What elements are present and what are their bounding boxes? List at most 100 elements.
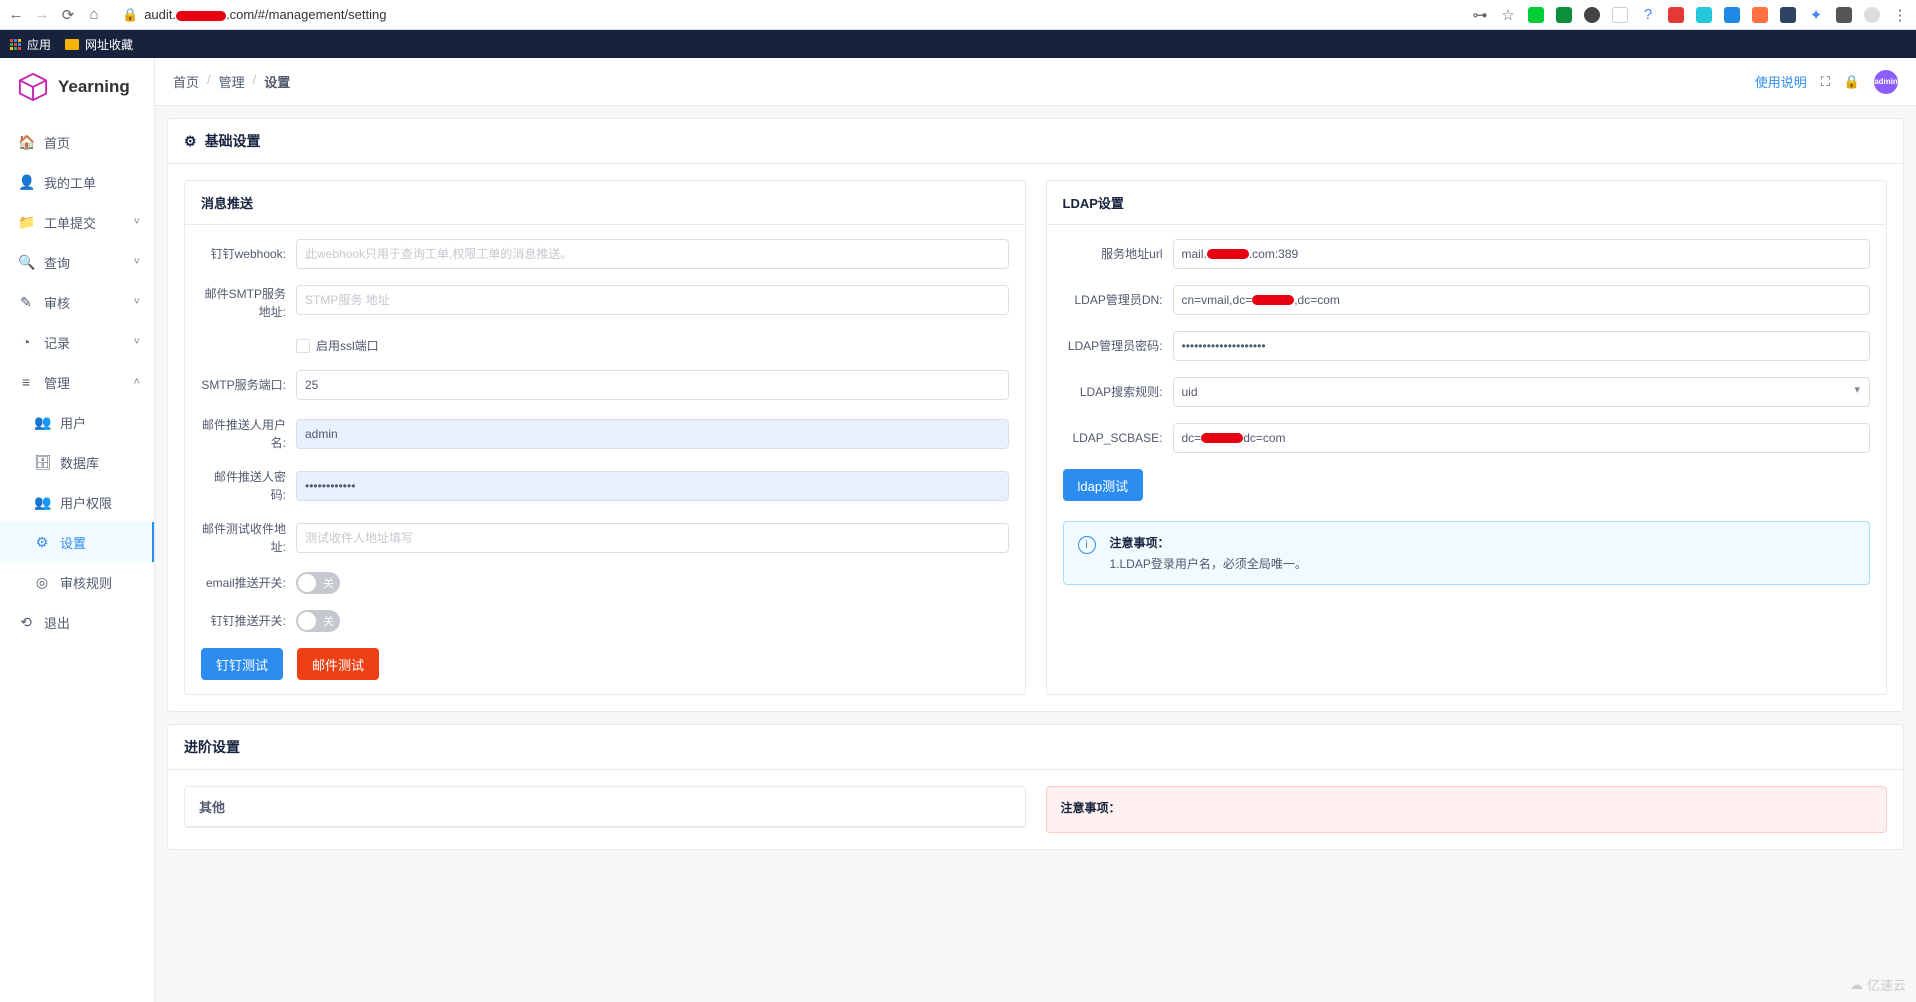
sidebar-item-label: 我的工单: [44, 173, 96, 192]
avatar-label: admin: [1874, 77, 1898, 86]
profile-icon[interactable]: [1864, 7, 1880, 23]
logo: Yearning: [0, 72, 154, 122]
webhook-input[interactable]: [296, 239, 1009, 269]
ext-icon[interactable]: [1556, 7, 1572, 23]
address-bar[interactable]: 🔒 audit..com/#/management/setting: [112, 5, 396, 25]
sidebar-item-setting[interactable]: ⚙设置: [0, 522, 154, 562]
fullscreen-icon[interactable]: ⛶: [1821, 74, 1830, 90]
sidebar-item-label: 数据库: [60, 453, 99, 472]
sidebar-item-auditrule[interactable]: ◎审核规则: [0, 562, 154, 602]
apps-shortcut[interactable]: 应用: [10, 36, 51, 53]
star-icon[interactable]: ☆: [1500, 7, 1516, 23]
sidebar-item-label: 退出: [44, 613, 70, 632]
ext-icon[interactable]: [1584, 7, 1600, 23]
sub-title: 其他: [185, 787, 1025, 827]
ext-icon[interactable]: [1752, 7, 1768, 23]
sidebar-item-query[interactable]: 🔍查询˅: [0, 242, 154, 282]
back-icon[interactable]: ←: [8, 7, 24, 23]
bookmark-folder[interactable]: 网址收藏: [65, 36, 133, 53]
sidebar-item-myorders[interactable]: 👤 我的工单: [0, 162, 154, 202]
logo-icon: [18, 72, 48, 102]
sidebar-item-logout[interactable]: ⟲ 退出: [0, 602, 154, 642]
switch-label: 关: [323, 575, 334, 591]
ldap-test-button[interactable]: ldap测试: [1063, 469, 1144, 501]
breadcrumb-manage[interactable]: 管理: [219, 72, 245, 91]
folder-icon: [65, 39, 79, 50]
edit-icon: ✎: [18, 294, 34, 311]
person-icon: 👤: [18, 174, 34, 191]
sidebar-item-manage[interactable]: ≡管理˄: [0, 362, 154, 402]
sidebar-item-label: 设置: [60, 533, 86, 552]
label-smtp-port: SMTP服务端口:: [201, 376, 296, 394]
notice-title: 注意事项：: [1110, 534, 1307, 551]
ext-icon[interactable]: [1528, 7, 1544, 23]
target-icon: ◎: [34, 574, 50, 591]
lock-icon[interactable]: 🔒: [1844, 74, 1860, 90]
ding-switch[interactable]: 关: [296, 610, 340, 632]
sidebar-item-label: 查询: [44, 253, 70, 272]
sidebar-item-label: 工单提交: [44, 213, 96, 232]
ldap-search-select[interactable]: uid: [1173, 377, 1871, 407]
watermark: ☁ 亿速云: [1850, 975, 1906, 994]
sidebar-item-userperm[interactable]: 👥用户权限: [0, 482, 154, 522]
ext-icon[interactable]: [1612, 7, 1628, 23]
smtp-addr-input[interactable]: [296, 285, 1009, 315]
checkbox-box: [296, 339, 310, 353]
notice-title: 注意事项：: [1061, 799, 1121, 816]
ldap-scbase-input[interactable]: dc=dc=com: [1173, 423, 1871, 453]
sidebar-item-record[interactable]: ◔记录˅: [0, 322, 154, 362]
reload-icon[interactable]: ⟳: [60, 7, 76, 23]
ext-icon[interactable]: [1724, 7, 1740, 23]
avatar[interactable]: admin: [1874, 70, 1898, 94]
logout-icon: ⟲: [18, 614, 34, 631]
ext-icon[interactable]: [1836, 7, 1852, 23]
app-name: Yearning: [58, 77, 130, 97]
breadcrumb-home[interactable]: 首页: [173, 72, 199, 91]
ext-icon[interactable]: [1696, 7, 1712, 23]
ldap-dn-input[interactable]: cn=vmail,dc=,dc=com: [1173, 285, 1871, 315]
ext-icon[interactable]: [1780, 7, 1796, 23]
sidebar-item-submit[interactable]: 📁工单提交˅: [0, 202, 154, 242]
menu-icon[interactable]: ⋮: [1892, 7, 1908, 23]
forward-icon[interactable]: →: [34, 7, 50, 23]
test-addr-input[interactable]: [296, 523, 1009, 553]
home-icon[interactable]: ⌂: [86, 7, 102, 23]
label-webhook: 钉钉webhook:: [201, 245, 296, 263]
help-icon[interactable]: ?: [1640, 7, 1656, 23]
ldap-pass-input[interactable]: [1173, 331, 1871, 361]
key-icon[interactable]: ⊶: [1472, 7, 1488, 23]
smtp-port-input[interactable]: [296, 370, 1009, 400]
chevron-down-icon: ˅: [134, 336, 140, 348]
chevron-down-icon: ˅: [134, 256, 140, 268]
ext-icon[interactable]: ✦: [1808, 7, 1824, 23]
sidebar-item-database[interactable]: 🗄 数据库: [0, 442, 154, 482]
browser-toolbar: ← → ⟳ ⌂ 🔒 audit..com/#/management/settin…: [0, 0, 1916, 30]
panel-push: 消息推送 钉钉webhook: 邮件SMTP服务地址: 启用ssl端口 SMTP…: [184, 180, 1026, 695]
url-text: audit..com/#/management/setting: [144, 7, 386, 22]
people-icon: 👥: [34, 414, 50, 431]
chrome-right: ⊶ ☆ ? ✦ ⋮: [1472, 7, 1908, 23]
ext-icon[interactable]: [1668, 7, 1684, 23]
ding-test-button[interactable]: 钉钉测试: [201, 648, 283, 680]
push-user-input[interactable]: [296, 419, 1009, 449]
sidebar-item-user[interactable]: 👥用户: [0, 402, 154, 442]
database-icon: 🗄: [34, 454, 50, 471]
label-email-switch: email推送开关:: [201, 574, 296, 592]
ldap-url-input[interactable]: mail..com:389: [1173, 239, 1871, 269]
sidebar-item-label: 审核: [44, 293, 70, 312]
push-pass-input[interactable]: [296, 471, 1009, 501]
panel-title: 消息推送: [185, 181, 1025, 225]
email-switch[interactable]: 关: [296, 572, 340, 594]
breadcrumb-sep: /: [253, 72, 257, 91]
mail-test-button[interactable]: 邮件测试: [297, 648, 379, 680]
sidebar-item-review[interactable]: ✎审核˅: [0, 282, 154, 322]
panel-other: 其他: [184, 786, 1026, 833]
help-link[interactable]: 使用说明: [1755, 72, 1807, 91]
cloud-icon: ☁: [1850, 977, 1863, 993]
card-advanced: 进阶设置 其他 注意事项：: [167, 724, 1904, 850]
people-icon: 👥: [34, 494, 50, 511]
watermark-text: 亿速云: [1867, 975, 1906, 994]
ssl-checkbox[interactable]: 启用ssl端口: [296, 337, 1009, 354]
sidebar-item-home[interactable]: 🏠首页: [0, 122, 154, 162]
card-title: 进阶设置: [168, 725, 1903, 770]
